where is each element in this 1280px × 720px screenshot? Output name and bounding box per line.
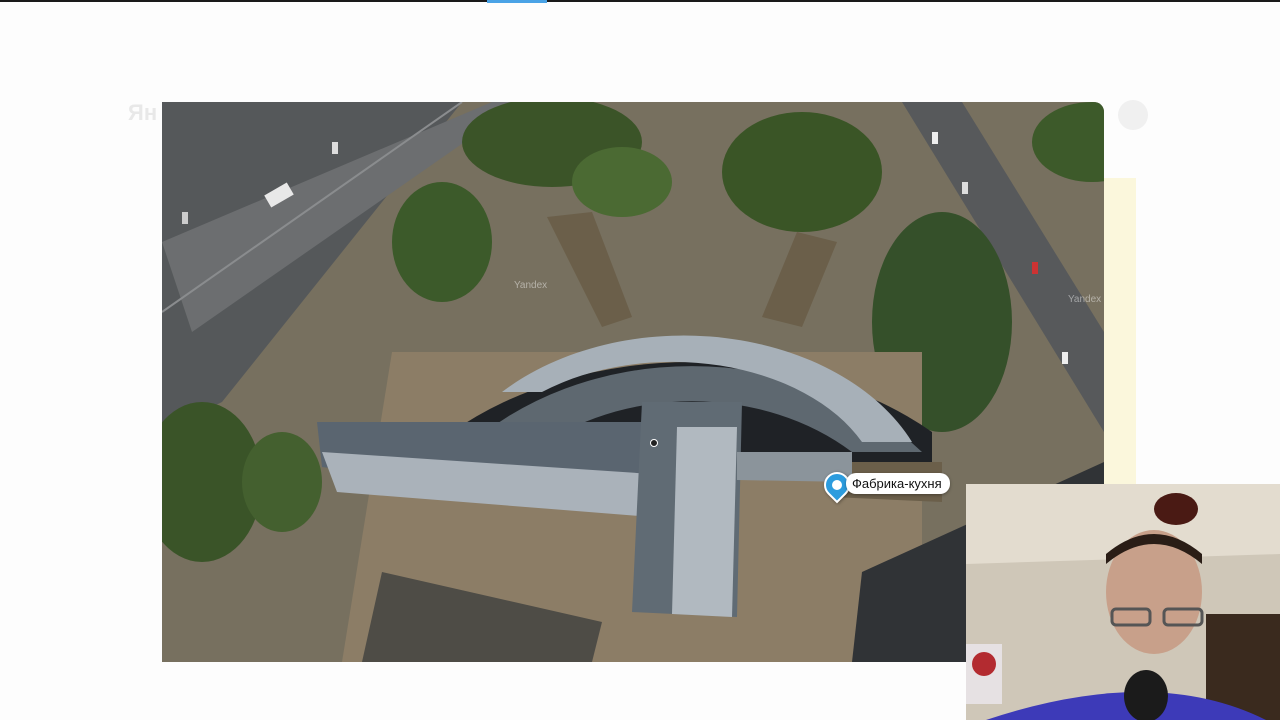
browser-top-bar [0, 0, 1280, 2]
background-sidebar-strip [1104, 178, 1136, 488]
webcam-overlay [966, 484, 1280, 720]
satellite-image [162, 102, 1104, 662]
background-logo: Ян [128, 100, 158, 125]
webcam-video [966, 484, 1280, 720]
map-watermark: Yandex [1068, 294, 1102, 305]
map-watermark: Yandex [514, 280, 548, 291]
marker-label[interactable]: Фабрика-кухня [846, 473, 950, 494]
satellite-map[interactable]: Yandex Yandex Фабрика-кухня [162, 102, 1104, 662]
active-tab-indicator [487, 0, 547, 3]
background-avatar [1118, 100, 1148, 130]
cursor-icon [650, 439, 658, 447]
